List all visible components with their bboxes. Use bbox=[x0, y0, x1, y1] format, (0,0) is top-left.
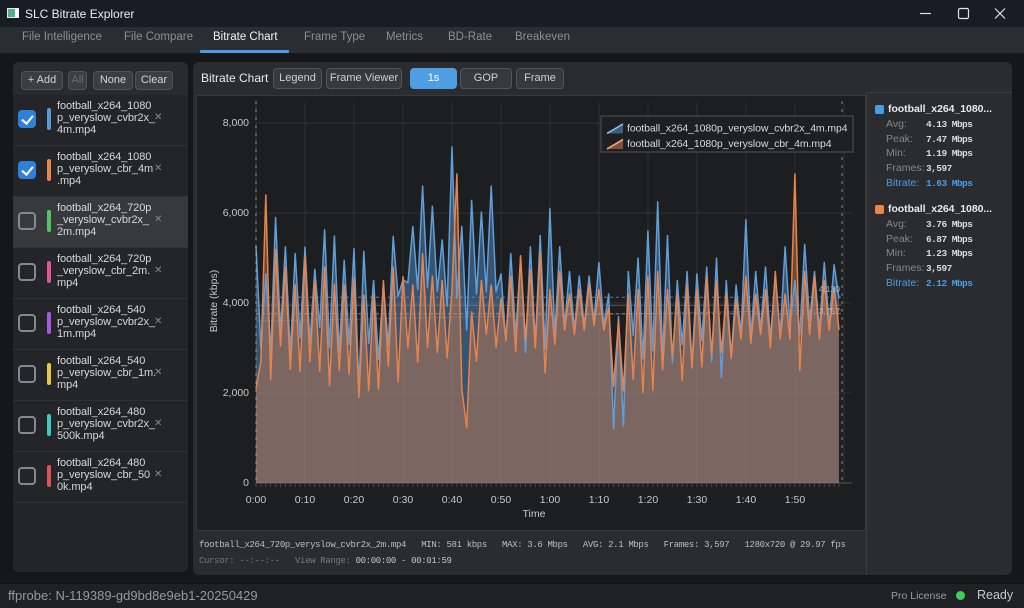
svg-text:8,000: 8,000 bbox=[223, 117, 249, 129]
svg-text:football_x264_1080p_veryslow_c: football_x264_1080p_veryslow_cbr_4m.mp4 bbox=[627, 138, 832, 150]
svg-text:1:00: 1:00 bbox=[540, 494, 561, 506]
svg-text:4,000: 4,000 bbox=[223, 297, 249, 309]
svg-text:1:40: 1:40 bbox=[736, 494, 757, 506]
svg-text:1:20: 1:20 bbox=[638, 494, 659, 506]
svg-text:1:10: 1:10 bbox=[589, 494, 610, 506]
svg-text:0:50: 0:50 bbox=[491, 494, 512, 506]
svg-text:Time: Time bbox=[523, 508, 546, 520]
svg-text:4,130: 4,130 bbox=[819, 284, 841, 294]
svg-text:Bitrate (kbps): Bitrate (kbps) bbox=[208, 270, 220, 332]
svg-text:1:50: 1:50 bbox=[785, 494, 806, 506]
svg-text:6,000: 6,000 bbox=[223, 207, 249, 219]
svg-text:0: 0 bbox=[243, 477, 249, 489]
svg-text:0:30: 0:30 bbox=[393, 494, 414, 506]
svg-text:0:10: 0:10 bbox=[295, 494, 316, 506]
svg-text:0:00: 0:00 bbox=[246, 494, 267, 506]
svg-text:football_x264_1080p_veryslow_c: football_x264_1080p_veryslow_cvbr2x_4m.m… bbox=[627, 123, 848, 135]
svg-text:0:20: 0:20 bbox=[344, 494, 365, 506]
svg-text:3,757: 3,757 bbox=[819, 306, 841, 316]
svg-text:0:40: 0:40 bbox=[442, 494, 463, 506]
svg-text:1:30: 1:30 bbox=[687, 494, 708, 506]
svg-text:2,000: 2,000 bbox=[223, 387, 249, 399]
